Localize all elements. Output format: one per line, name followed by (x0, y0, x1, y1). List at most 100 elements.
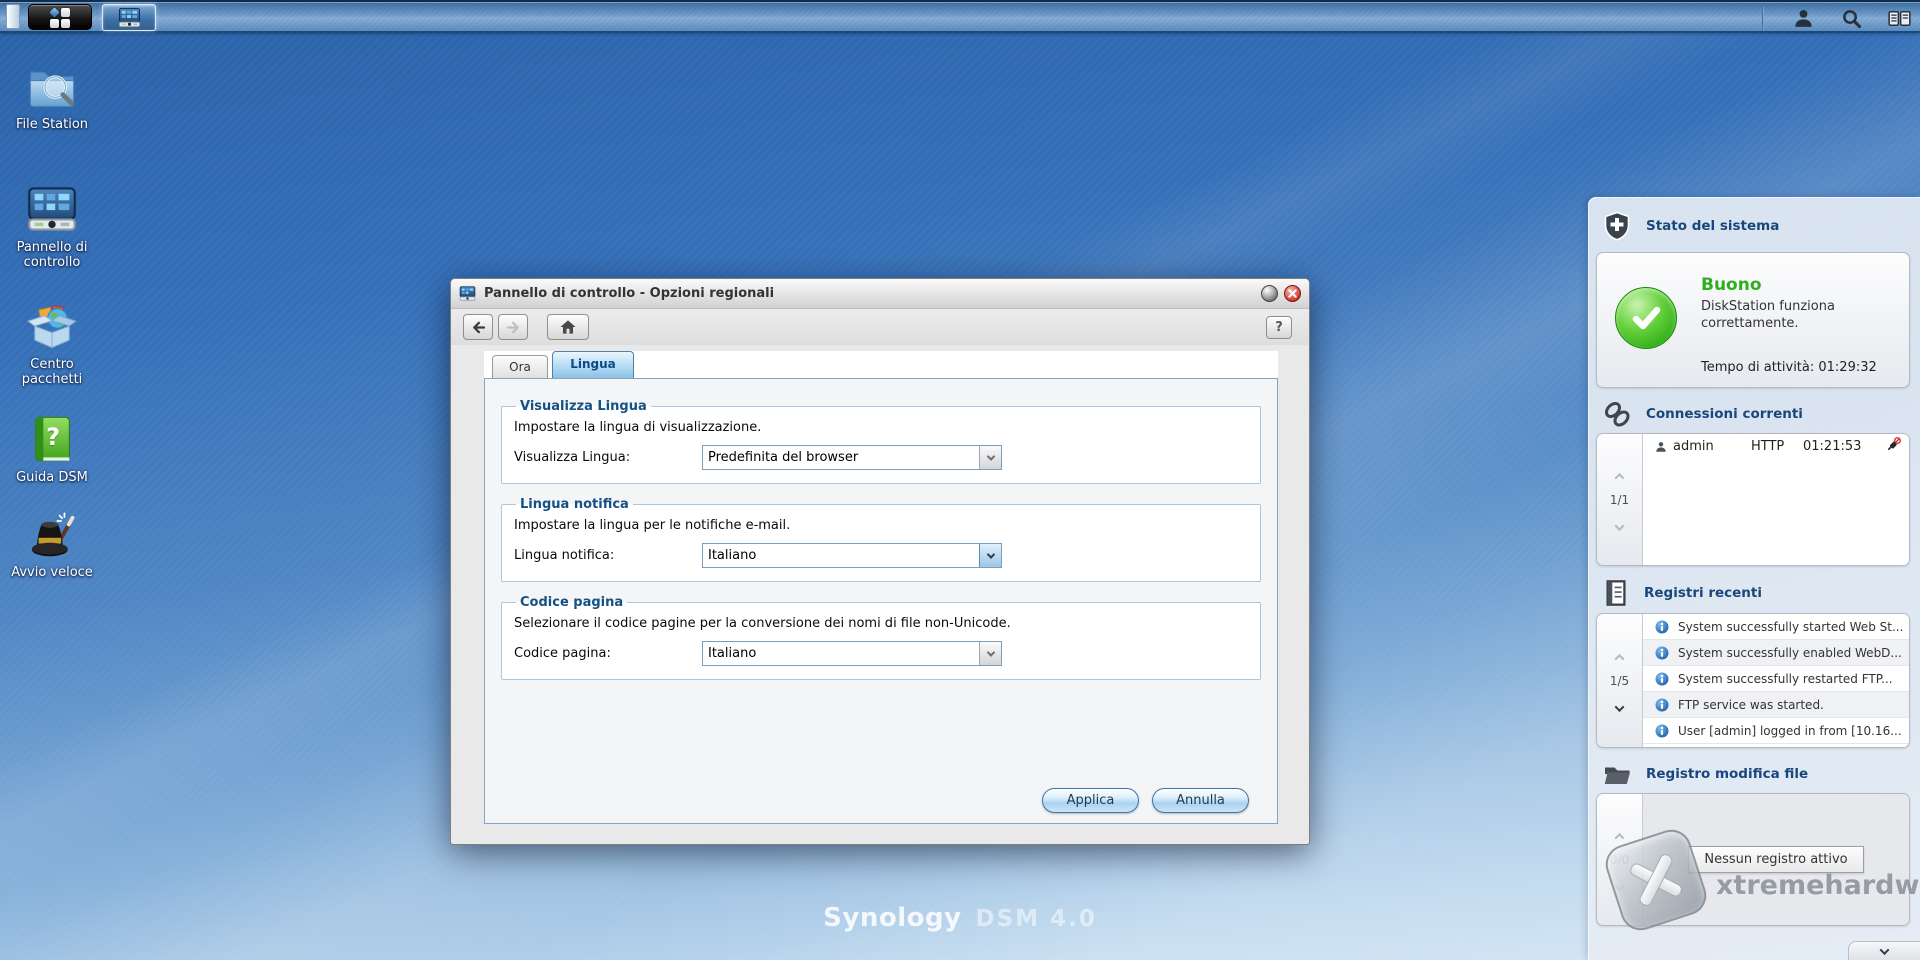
codepage-select[interactable]: Italiano (702, 641, 1002, 666)
window-titlebar[interactable]: Pannello di controllo - Opzioni regional… (451, 279, 1309, 309)
desktop-icon-dsm-help[interactable]: ? Guida DSM (0, 413, 104, 485)
sidebar-collapse-button[interactable] (1848, 941, 1920, 960)
chevron-down-icon (986, 647, 995, 657)
dsm-version-label: DSM 4.0 (975, 906, 1097, 932)
widget-title: Registro modifica file (1646, 766, 1809, 782)
file-change-log-panel: 0/0 Nessun registro attivo (1596, 793, 1910, 926)
back-button[interactable] (463, 314, 493, 340)
status-ok-icon (1615, 287, 1677, 349)
select-value: Italiano (708, 548, 757, 563)
display-language-select[interactable]: Predefinita del browser (702, 445, 1002, 470)
page-up-button[interactable] (1614, 465, 1625, 484)
chevron-down-icon (986, 549, 995, 559)
disconnect-icon (1887, 437, 1901, 451)
page-down-button[interactable] (1614, 876, 1625, 895)
disconnect-button[interactable] (1886, 437, 1901, 456)
tab-lingua[interactable]: Lingua (552, 351, 634, 378)
window-toolbar: ? (451, 309, 1309, 345)
taskbar-divider (1762, 6, 1764, 31)
desktop-icon-file-station[interactable]: File Station (0, 60, 104, 132)
chevron-down-icon (1614, 880, 1625, 891)
desktop-icon-control-panel[interactable]: Pannello di controllo (0, 183, 104, 271)
desktop-icon-label: File Station (15, 117, 89, 132)
chevron-down-icon (1879, 944, 1890, 955)
page-down-button[interactable] (1614, 516, 1625, 535)
pilot-view-button[interactable] (1886, 6, 1912, 32)
page-down-button[interactable] (1614, 697, 1625, 716)
close-button[interactable] (1284, 285, 1301, 302)
desktop-branding: Synology DSM 4.0 (823, 903, 1097, 933)
show-desktop-button[interactable] (6, 4, 20, 29)
logs-list: System successfully started Web St... Sy… (1643, 614, 1909, 747)
group-legend: Lingua notifica (520, 497, 629, 512)
log-row[interactable]: FTP service was started. (1643, 692, 1909, 718)
connection-row[interactable]: admin HTTP 01:21:53 (1643, 434, 1909, 459)
log-row[interactable]: System successfully restarted FTP... (1643, 666, 1909, 692)
page-up-button[interactable] (1614, 825, 1625, 844)
control-panel-icon (26, 183, 78, 235)
help-book-icon: ? (26, 413, 78, 465)
book-question-glyph: ? (46, 422, 61, 451)
select-trigger[interactable] (979, 544, 1001, 567)
cancel-button[interactable]: Annulla (1152, 788, 1249, 813)
system-status-panel: Buono DiskStation funziona correttamente… (1596, 252, 1910, 388)
notification-language-select[interactable]: Italiano (702, 543, 1002, 568)
package-center-icon (26, 300, 78, 352)
log-document-icon (1606, 580, 1626, 606)
link-icon (1604, 401, 1630, 427)
control-panel-icon (459, 286, 476, 301)
search-button[interactable] (1838, 6, 1864, 32)
menu-grid-icon (50, 19, 59, 28)
select-trigger[interactable] (979, 446, 1001, 469)
home-button[interactable] (547, 314, 589, 340)
minimize-button[interactable] (1261, 285, 1278, 302)
recent-logs-panel: 1/5 System successfully started Web St..… (1596, 613, 1910, 748)
connections-panel: 1/1 admin HTTP 01:21:53 (1596, 433, 1910, 566)
status-value: Buono (1701, 275, 1762, 295)
taskbar (0, 0, 1920, 33)
connections-list: admin HTTP 01:21:53 (1643, 434, 1909, 565)
notification-language-group: Lingua notifica Impostare la lingua per … (501, 497, 1261, 582)
pager-label: 0/0 (1609, 852, 1630, 867)
chevron-up-icon (1614, 653, 1625, 664)
select-trigger[interactable] (979, 642, 1001, 665)
magic-hat-icon (26, 508, 78, 560)
select-value: Predefinita del browser (708, 450, 859, 465)
forward-button[interactable] (498, 314, 528, 340)
pilot-view-sidebar: Stato del sistema Buono DiskStation funz… (1588, 197, 1920, 960)
log-text: User [admin] logged in from [10.16... (1678, 723, 1902, 738)
back-arrow-icon (472, 321, 485, 333)
apply-button[interactable]: Applica (1042, 788, 1139, 813)
file-change-log-header: Registro modifica file (1602, 759, 1808, 789)
synology-logo: Synology (823, 903, 962, 933)
tab-ora[interactable]: Ora (492, 355, 548, 378)
main-menu-button[interactable] (28, 4, 92, 30)
desktop-icon-package-center[interactable]: Centro pacchetti (0, 300, 104, 388)
taskbar-item-control-panel[interactable] (102, 4, 156, 31)
log-text: FTP service was started. (1678, 697, 1824, 712)
help-button[interactable]: ? (1266, 315, 1292, 339)
forward-arrow-icon (506, 321, 519, 333)
folder-icon (1604, 767, 1630, 784)
desktop-icon-quick-start[interactable]: Avvio veloce (0, 508, 104, 580)
connection-protocol: HTTP (1751, 439, 1785, 454)
user-menu-button[interactable] (1790, 6, 1816, 32)
log-row[interactable]: User [admin] logged in from [10.16... (1643, 718, 1909, 744)
chevron-down-icon (1614, 520, 1625, 531)
log-text: System successfully enabled WebD... (1678, 645, 1902, 660)
file-log-empty-area: Nessun registro attivo (1643, 794, 1909, 925)
log-text: System successfully started Web St... (1677, 619, 1903, 634)
menu-grid-icon (61, 19, 70, 28)
pilot-view-icon (1887, 11, 1911, 26)
chevron-up-icon (1614, 832, 1625, 843)
pager-label: 1/1 (1609, 492, 1630, 507)
window-title: Pannello di controllo - Opzioni regional… (484, 286, 775, 301)
connection-time: 01:21:53 (1803, 439, 1862, 454)
widget-title: Connessioni correnti (1646, 406, 1803, 422)
group-description: Impostare la lingua di visualizzazione. (514, 420, 762, 435)
log-row[interactable]: System successfully started Web St... (1643, 614, 1909, 640)
page-up-button[interactable] (1614, 646, 1625, 665)
log-row[interactable]: System successfully enabled WebD... (1643, 640, 1909, 666)
log-text: System successfully restarted FTP... (1678, 671, 1893, 686)
pager-label: 1/5 (1609, 673, 1630, 688)
